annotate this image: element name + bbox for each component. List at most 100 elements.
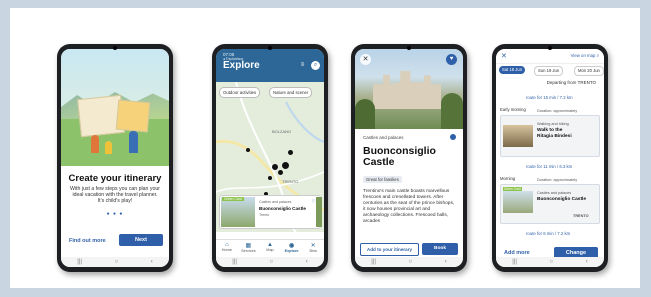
home-icon[interactable]: ○ [270, 259, 274, 265]
camera [407, 46, 411, 50]
recents-icon[interactable]: ||| [232, 259, 237, 265]
chip-nature-and-scenery[interactable]: Nature and scener [269, 87, 313, 98]
onboarding-screen: Create your itinerary With just a few st… [61, 49, 169, 267]
slot-label: Early morning [500, 107, 526, 112]
chip-outdoor-activities[interactable]: Outdoor activities [219, 87, 261, 98]
tab-home[interactable]: ⌂ Home [216, 240, 238, 257]
departure-label: Departing from TRENTO [546, 80, 596, 85]
map-pin-icon[interactable] [282, 162, 289, 169]
map-pin-icon[interactable] [278, 170, 283, 175]
back-icon[interactable]: ‹ [151, 259, 153, 265]
home-icon[interactable]: ○ [115, 259, 119, 265]
poi-category: Castles and palaces [363, 135, 404, 140]
poi-detail-screen: ✕ ♥ Castles and palaces Buonconsiglio Ca… [355, 49, 463, 267]
add-to-itinerary-button[interactable]: Add to your itinerary [360, 243, 419, 256]
item-thumbnail [503, 191, 533, 213]
phone-itinerary: ✕ View on map ⌕ Sat 18 Jun Sun 19 Jun Mo… [492, 44, 608, 272]
search-icon[interactable]: ⌕ [311, 61, 320, 70]
poi-thumbnail [221, 197, 255, 227]
map-pin-icon[interactable] [268, 176, 272, 180]
slot-duration: Duration: approximately [537, 109, 578, 113]
home-icon[interactable]: ○ [550, 259, 554, 265]
system-nav-bar: ||| ○ ‹ [216, 257, 324, 267]
heart-icon[interactable]: ♥ [446, 54, 457, 65]
back-icon[interactable]: ‹ [445, 259, 447, 265]
find-out-more-link[interactable]: Find out more [69, 238, 106, 244]
poi-category: Castles and palaces [259, 200, 292, 204]
camera [268, 46, 272, 50]
itinerary-item[interactable]: Duration: approximately Walking and hiki… [500, 109, 600, 157]
book-button[interactable]: Book [422, 243, 458, 255]
trees-illustration [355, 99, 375, 129]
family-badge: Great for families [363, 176, 402, 183]
system-nav-bar: ||| ○ ‹ [355, 257, 463, 267]
map-label: TRENTO [282, 179, 299, 184]
camera [548, 46, 552, 50]
phone-explore: BOLZANO TRENTO ROVERETO 07:05 ◂ TripAdvi… [212, 44, 328, 272]
recents-icon[interactable]: ||| [512, 259, 517, 265]
poi-card[interactable]: Green Card Castles and palaces Buonconsi… [219, 195, 322, 229]
camera [113, 46, 117, 50]
close-icon[interactable]: ✕ [360, 54, 371, 65]
explore-icon: ◉ [288, 243, 295, 249]
recents-icon[interactable]: ||| [77, 259, 82, 265]
tab-explore[interactable]: ◉ Explore [281, 240, 303, 257]
next-button[interactable]: Next [119, 234, 163, 246]
item-thumbnail [503, 125, 533, 147]
onboarding-title: Create your itinerary [68, 173, 162, 184]
day-tab[interactable]: Sun 19 Jun [534, 66, 564, 76]
view-on-map-link[interactable]: View on map ⌕ [571, 53, 599, 58]
recents-icon[interactable]: ||| [371, 259, 376, 265]
map-pin-icon[interactable] [246, 148, 250, 152]
filter-icon[interactable]: ≡ [298, 61, 307, 70]
itinerary-item[interactable]: Duration: approximately Green Card Castl… [500, 178, 600, 224]
explore-screen: BOLZANO TRENTO ROVERETO 07:05 ◂ TripAdvi… [216, 49, 324, 267]
page-indicator: ● ● ● [106, 211, 124, 217]
next-card-thumbnail [316, 197, 322, 227]
page-title: Explore [223, 60, 260, 71]
people-illustration [105, 141, 112, 154]
itinerary-screen: ✕ View on map ⌕ Sat 18 Jun Sun 19 Jun Mo… [496, 49, 604, 267]
castle-illustration [373, 71, 441, 109]
poi-title: Buonconsiglio Castle [363, 145, 436, 168]
services-icon: ▦ [245, 243, 252, 249]
map-pin-icon[interactable] [272, 164, 278, 170]
system-nav-bar: ||| ○ ‹ [496, 257, 604, 267]
item-kind: Walking and hiking [537, 122, 569, 126]
day-tab-selected[interactable]: Sat 18 Jun [499, 66, 526, 74]
item-place: TRENTO [573, 214, 589, 218]
onboarding-text: With just a few steps you can plan your … [70, 186, 160, 205]
phone-onboarding: Create your itinerary With just a few st… [57, 44, 173, 272]
tab-services[interactable]: ▦ Services [238, 240, 260, 257]
promo-canvas: Create your itinerary With just a few st… [10, 8, 640, 288]
poi-badge: Green Card [222, 197, 244, 201]
bottom-tab-bar: ⌂ Home ▦ Services ▲ Map ◉ Explore ✕ Bins [216, 239, 324, 257]
route-link[interactable]: route for 11 min / 6.3 km [526, 164, 572, 169]
item-name: Buonconsiglio Castle [537, 197, 587, 202]
photo-card-illustration [115, 99, 151, 133]
tab-bins[interactable]: ✕ Bins [302, 240, 324, 257]
map-pin-icon[interactable] [288, 150, 293, 155]
tab-map[interactable]: ▲ Map [259, 240, 281, 257]
add-more-link[interactable]: Add more [504, 250, 530, 256]
item-name: Walk to the Ritagia Bindesi [537, 128, 572, 139]
poi-place: Trento [259, 213, 270, 217]
day-tab[interactable]: Mon 20 Jun [574, 66, 604, 76]
route-link[interactable]: route for 15 min / 7.2 km [526, 95, 573, 100]
map-label: BOLZANO [272, 129, 292, 134]
item-kind: Castles and palaces [537, 191, 572, 195]
route-link[interactable]: route for 6 min / 7.2 km [526, 231, 570, 236]
explore-header: 07:05 ◂ TripAdvisor Explore ≡ ⌕ [216, 49, 324, 82]
back-icon[interactable]: ‹ [586, 259, 588, 265]
green-card-badge: Green Card [503, 187, 522, 191]
slot-duration: Duration: approximately [537, 178, 578, 182]
slot-label: Morning [500, 176, 516, 181]
close-icon[interactable]: ✕ [501, 52, 507, 60]
people-illustration [129, 131, 138, 153]
home-icon[interactable]: ○ [409, 259, 413, 265]
back-icon[interactable]: ‹ [306, 259, 308, 265]
people-illustration [91, 135, 99, 153]
trees-illustration [441, 93, 463, 129]
info-icon[interactable] [450, 134, 456, 140]
poi-name: Buonconsiglio Castle [259, 206, 306, 211]
